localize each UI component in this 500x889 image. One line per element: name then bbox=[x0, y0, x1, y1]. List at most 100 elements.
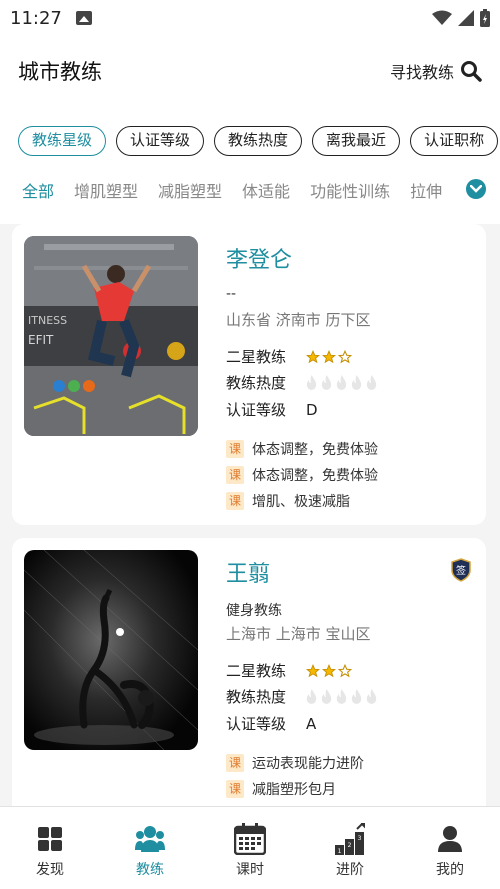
course-tag: 课 bbox=[226, 440, 244, 458]
flame-empty-icon bbox=[336, 375, 347, 390]
course-tag: 课 bbox=[226, 492, 244, 510]
flame-empty-icon bbox=[306, 375, 317, 390]
bottom-nav: 发现 教练 课时 1 2 3 进阶 我的 bbox=[0, 806, 500, 889]
cert-label: 认证等级 bbox=[226, 401, 287, 419]
cert-row: 认证等级 D bbox=[226, 399, 318, 420]
category-tabs: 全部 增肌塑型 减脂塑型 体适能 功能性训练 拉伸 bbox=[22, 178, 442, 202]
course-item[interactable]: 课 增肌、极速减脂 bbox=[226, 491, 350, 511]
coach-location: 山东省 济南市 历下区 bbox=[226, 311, 371, 329]
course-item[interactable]: 课 体态调整，免费体验 bbox=[226, 465, 378, 485]
nav-label: 教练 bbox=[136, 862, 164, 878]
course-tag: 课 bbox=[226, 754, 244, 772]
nav-label: 课时 bbox=[236, 862, 264, 878]
course-item[interactable]: 课 减脂塑形包月 bbox=[226, 779, 336, 799]
course-item[interactable]: 课 体态调整，免费体验 bbox=[226, 439, 378, 459]
wifi-icon bbox=[432, 10, 452, 25]
nav-label: 我的 bbox=[436, 862, 464, 878]
signal-icon bbox=[458, 10, 474, 26]
find-coach-label: 寻找教练 bbox=[389, 63, 454, 82]
nav-label: 进阶 bbox=[336, 862, 364, 878]
course-item[interactable]: 课 运动表现能力进阶 bbox=[226, 753, 364, 773]
star-rating bbox=[306, 663, 352, 678]
star-level-row: 二星教练 bbox=[226, 660, 352, 681]
flame-empty-icon bbox=[351, 689, 362, 704]
course-title: 运动表现能力进阶 bbox=[252, 756, 364, 772]
calendar-icon bbox=[234, 823, 266, 855]
svg-text:EFIT: EFIT bbox=[28, 333, 54, 347]
flame-empty-icon bbox=[336, 689, 347, 704]
coach-photo bbox=[24, 550, 198, 750]
page-title: 城市教练 bbox=[18, 60, 102, 84]
app-header: 城市教练 寻找教练 bbox=[0, 36, 500, 106]
star-filled-icon bbox=[306, 349, 320, 363]
star-empty-icon bbox=[338, 349, 352, 363]
course-title: 增肌、极速减脂 bbox=[252, 494, 350, 510]
nav-lessons[interactable]: 课时 bbox=[200, 807, 300, 889]
svg-text:2: 2 bbox=[348, 842, 352, 849]
cert-row: 认证等级 A bbox=[226, 713, 316, 734]
nav-discover[interactable]: 发现 bbox=[0, 807, 100, 889]
coach-name: 李登仑 bbox=[226, 248, 293, 273]
tab-stretching[interactable]: 拉伸 bbox=[410, 178, 442, 202]
tab-all[interactable]: 全部 bbox=[22, 178, 54, 202]
heat-label: 教练热度 bbox=[226, 688, 287, 706]
nav-advance[interactable]: 1 2 3 进阶 bbox=[300, 807, 400, 889]
category-expand-button[interactable] bbox=[466, 179, 486, 199]
coach-photo: ITNESS EFIT bbox=[24, 236, 198, 436]
heat-rating bbox=[306, 375, 377, 390]
course-tag: 课 bbox=[226, 780, 244, 798]
tab-fitness[interactable]: 体适能 bbox=[242, 178, 290, 202]
status-time: 11:27 bbox=[10, 7, 62, 29]
nav-coach[interactable]: 教练 bbox=[100, 807, 200, 889]
tab-functional-training[interactable]: 功能性训练 bbox=[310, 178, 390, 202]
cert-value: D bbox=[306, 400, 318, 419]
coach-role: 健身教练 bbox=[226, 603, 282, 619]
flame-empty-icon bbox=[366, 689, 377, 704]
flame-empty-icon bbox=[351, 375, 362, 390]
user-icon bbox=[437, 823, 463, 855]
tab-fat-loss-shaping[interactable]: 减脂塑型 bbox=[158, 178, 222, 202]
nav-label: 发现 bbox=[36, 862, 64, 878]
find-coach-button[interactable]: 寻找教练 bbox=[390, 59, 482, 83]
heat-row: 教练热度 bbox=[226, 372, 377, 393]
course-title: 体态调整，免费体验 bbox=[252, 468, 378, 484]
star-filled-icon bbox=[322, 663, 336, 677]
cert-label: 认证等级 bbox=[226, 715, 287, 733]
flame-empty-icon bbox=[306, 689, 317, 704]
star-empty-icon bbox=[338, 663, 352, 677]
flame-empty-icon bbox=[366, 375, 377, 390]
status-indicators bbox=[432, 9, 490, 27]
people-icon bbox=[135, 823, 165, 855]
svg-text:3: 3 bbox=[358, 835, 362, 842]
course-title: 减脂塑形包月 bbox=[252, 782, 336, 798]
svg-text:ITNESS: ITNESS bbox=[28, 314, 67, 327]
badge-text: 签 bbox=[456, 564, 466, 577]
flame-empty-icon bbox=[321, 689, 332, 704]
tab-muscle-shaping[interactable]: 增肌塑型 bbox=[74, 178, 138, 202]
chevron-down-icon bbox=[470, 185, 482, 193]
heat-label: 教练热度 bbox=[226, 374, 287, 392]
status-bar: 11:27 bbox=[0, 0, 500, 36]
cert-value: A bbox=[306, 714, 317, 733]
coach-name: 王翦 bbox=[226, 562, 271, 587]
image-notification-icon bbox=[75, 11, 92, 25]
star-level-label: 二星教练 bbox=[226, 662, 287, 680]
course-tag: 课 bbox=[226, 466, 244, 484]
course-title: 体态调整，免费体验 bbox=[252, 442, 378, 458]
star-level-row: 二星教练 bbox=[226, 346, 352, 367]
coach-role: -- bbox=[226, 286, 237, 302]
coach-location: 上海市 上海市 宝山区 bbox=[226, 625, 371, 643]
star-rating bbox=[306, 349, 352, 364]
grid-icon bbox=[37, 823, 63, 855]
heat-row: 教练热度 bbox=[226, 686, 377, 707]
heat-rating bbox=[306, 689, 377, 704]
podium-icon: 1 2 3 bbox=[334, 823, 366, 855]
svg-text:1: 1 bbox=[338, 848, 342, 855]
coach-card[interactable]: 王翦 签 健身教练 上海市 上海市 宝山区 二星教练 教练热度 认证等级 A 课… bbox=[12, 538, 486, 838]
coach-card[interactable]: ITNESS EFIT 李登仑 -- 山东省 济南市 历下区 二星教练 教练热度… bbox=[12, 224, 486, 525]
nav-mine[interactable]: 我的 bbox=[400, 807, 500, 889]
flame-empty-icon bbox=[321, 375, 332, 390]
search-icon bbox=[461, 61, 482, 82]
filter-area: 教练星级 认证等级 教练热度 离我最近 认证职称 全部 增肌塑型 减脂塑型 体适… bbox=[0, 106, 500, 224]
certified-badge-icon: 签 bbox=[450, 558, 472, 586]
